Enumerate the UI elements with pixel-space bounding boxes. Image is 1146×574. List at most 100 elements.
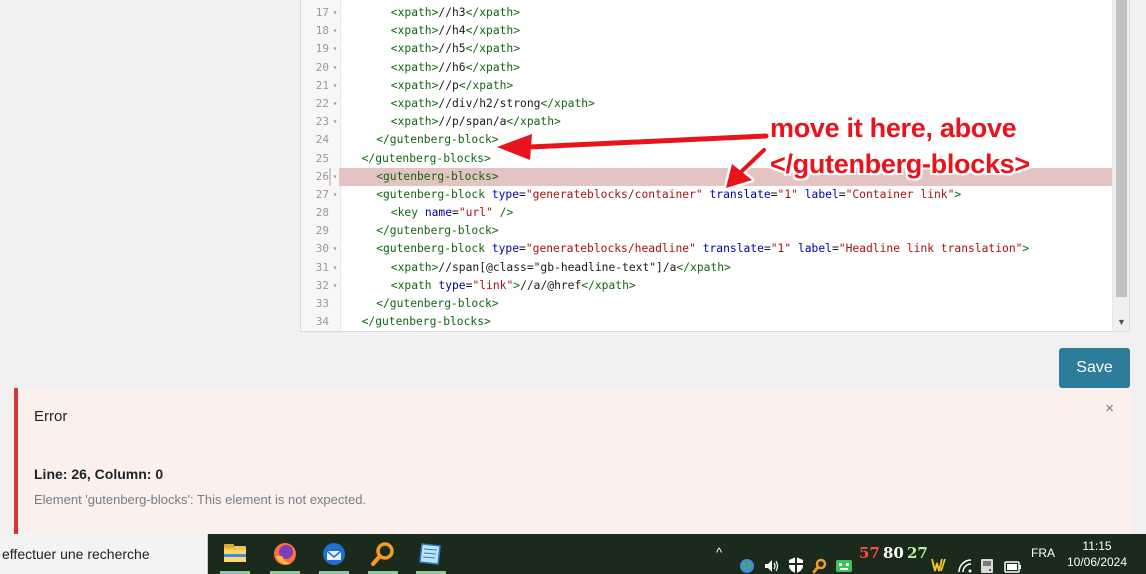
code-line[interactable]: 20 ▾ <xpath>//h6</xpath> [301,59,1113,77]
scrollbar-thumb[interactable] [1116,0,1127,297]
file-explorer-icon[interactable] [214,534,256,574]
code-token: translate [702,242,764,256]
code-text: </gutenberg-block> [347,295,499,313]
error-location: Line: 26, Column: 0 [34,466,164,482]
robot-icon[interactable] [835,546,853,574]
code-token: > [954,187,962,201]
code-token: = [831,242,839,256]
code-token: <xpath> [390,260,439,274]
line-number: 30 [315,242,329,256]
fold-chevron-down-icon[interactable]: ▾ [331,59,339,77]
show-hidden-icons-chevron-up-icon[interactable]: ^ [716,545,722,574]
code-token: type [438,278,466,292]
scroll-down-icon[interactable]: ▼ [1113,315,1129,329]
fold-chevron-down-icon[interactable]: ▾ [331,95,339,113]
code-text: <key name="url" /> [347,204,513,222]
code-token: //p/span/a [438,115,507,129]
code-token: = [838,187,846,201]
close-icon[interactable]: × [1105,400,1114,417]
tray-counter-white[interactable]: 80 [883,544,904,562]
code-token: </gutenberg-block> [376,297,499,310]
code-line[interactable]: 19 ▾ <xpath>//h5</xpath> [301,40,1113,58]
code-token: </xpath> [465,24,521,38]
wifi-icon[interactable] [957,546,973,574]
fold-chevron-down-icon[interactable]: ▾ [331,4,339,22]
notepad-icon[interactable] [410,534,452,574]
code-line[interactable]: 31 ▾ <xpath>//span[@class="gb-headline-tex… [301,259,1113,277]
code-token: </xpath> [465,60,521,74]
editor-scrollbar[interactable]: ▼ [1112,0,1129,331]
code-token: </xpath> [458,78,514,92]
code-token: = [770,187,778,201]
code-token: /> [492,206,514,220]
language-indicator[interactable]: FRA [1031,546,1055,560]
code-line[interactable]: 29 </gutenberg-block> [301,222,1113,240]
code-line[interactable]: 34 </gutenberg-blocks> [301,313,1113,331]
code-line[interactable]: 28 <key name="url" /> [301,204,1113,222]
magnifier-tray-icon[interactable] [812,546,828,574]
fold-chevron-down-icon[interactable]: ▾ [331,277,339,295]
search-placeholder: effectuer une recherche [2,546,150,562]
taskbar-search-box[interactable]: effectuer une recherche [0,534,208,574]
code-token: //h5 [438,42,466,56]
code-token: <gutenberg-block [376,187,492,201]
code-token: "1" [777,187,798,201]
code-token: "1" [770,242,792,256]
search-tool-icon[interactable] [362,534,404,574]
code-text: </gutenberg-block> [347,222,498,240]
code-line[interactable]: 27 ▾ <gutenberg-block type="generateblocks… [301,186,1113,204]
code-token: <gutenberg-block [376,242,492,256]
code-text: <xpath>//p</xpath> [347,77,513,95]
error-title: Error [34,408,68,425]
line-number: 31 [315,260,329,274]
code-line[interactable]: 30 ▾ <gutenberg-block type="generateblocks… [301,240,1113,258]
globe-icon[interactable] [739,546,755,574]
battery-icon[interactable] [1004,547,1022,574]
code-token: <xpath> [390,60,439,74]
code-token: > [1022,242,1030,256]
code-token: //h4 [438,24,466,38]
line-number: 28 [315,206,329,220]
code-text: <gutenberg-blocks> [347,168,498,186]
code-text: <xpath>//h4</xpath> [347,22,520,40]
fold-chevron-down-icon[interactable]: ▾ [331,259,339,277]
fold-chevron-down-icon[interactable]: ▾ [331,113,339,131]
clock-time: 11:15 [1082,539,1112,553]
speaker-icon[interactable] [763,546,781,574]
clock[interactable]: 11:15 10/06/2024 [1062,538,1132,570]
code-text: <xpath type="link">//a/@href</xpath> [347,277,636,295]
code-line[interactable]: 18 ▾ <xpath>//h4</xpath> [301,22,1113,40]
fold-chevron-down-icon[interactable]: ▾ [331,77,339,95]
code-token: <xpath [390,278,439,292]
code-line[interactable]: 17 ▾ <xpath>//h3</xpath> [301,4,1113,22]
thunderbird-icon[interactable] [313,534,355,574]
code-token: "link" [472,278,514,292]
code-text: <gutenberg-block type="generateblocks/co… [347,186,961,204]
line-number: 19 [315,42,329,56]
tray-counter-green[interactable]: 27 [907,544,928,562]
fold-chevron-down-icon[interactable]: ▾ [331,40,339,58]
code-token: <xpath> [390,78,439,92]
shield-icon[interactable] [788,545,804,574]
code-token: "Headline link translation" [838,242,1023,256]
fold-chevron-down-icon[interactable]: ▾ [331,167,339,186]
taskbar: effectuer une recherche ^ 57 80 27 FRA 1… [0,534,1146,574]
code-text: </gutenberg-block> [347,131,498,149]
code-line[interactable]: 32 ▾ <xpath type="link">//a/@href</xpath> [301,277,1113,295]
tray-counter-red[interactable]: 57 [859,544,880,562]
code-line[interactable]: 33 </gutenberg-block> [301,295,1113,313]
fold-chevron-down-icon[interactable]: ▾ [331,186,339,204]
winamp-icon[interactable] [931,545,947,574]
code-text: <xpath>//h6</xpath> [347,59,520,77]
drive-icon[interactable] [980,546,994,574]
line-number: 34 [315,315,329,329]
fold-chevron-down-icon[interactable]: ▾ [331,240,339,258]
save-button[interactable]: Save [1059,348,1130,388]
line-number: 18 [315,24,329,38]
code-line[interactable]: 21 ▾ <xpath>//p</xpath> [301,77,1113,95]
code-text: <xpath>//span[@class="gb-headline-text"]… [347,259,731,277]
code-token: //h3 [438,6,466,19]
firefox-icon[interactable] [264,534,306,574]
fold-chevron-down-icon[interactable]: ▾ [331,22,339,40]
